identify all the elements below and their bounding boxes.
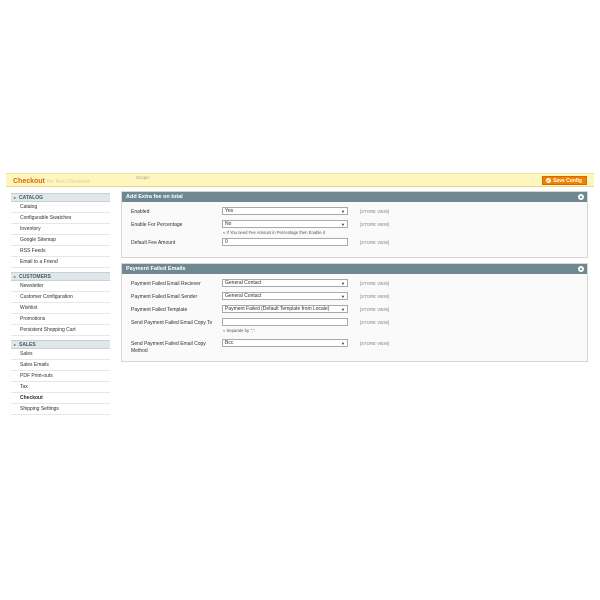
collapse-icon[interactable]: ▴	[578, 194, 584, 200]
sidebar-group-catalog: ▸ CATALOG Catalog Configurable Swatches I…	[11, 193, 110, 268]
sidebar-item-google-sitemap[interactable]: Google Sitemap	[11, 235, 110, 246]
sidebar-group-label: SALES	[19, 341, 36, 348]
sidebar-group-label: CUSTOMERS	[19, 273, 51, 280]
form-row: Payment Failed Email Reciever General Co…	[122, 279, 587, 292]
select-value: General Contact	[225, 293, 262, 299]
sidebar-item-customer-configuration[interactable]: Customer Configuration	[11, 292, 110, 303]
select-value: No	[225, 221, 232, 227]
chevron-down-icon: ▼	[341, 209, 345, 214]
section-extra-fee: Add Extra fee on total ▴ Enabled Yes ▼ [S…	[121, 191, 588, 258]
save-icon: ✔	[546, 178, 552, 183]
default-fee-input[interactable]: 0	[222, 238, 348, 246]
form-row: Enabled Yes ▼ [STORE VIEW]	[122, 207, 587, 220]
section-payment-failed: Payment Failed Emails ▴ Payment Failed E…	[121, 263, 588, 362]
enabled-select[interactable]: Yes ▼	[222, 207, 348, 215]
page-title-sub: for Test Checkout	[46, 179, 90, 185]
save-config-button[interactable]: ✔ Save Config	[542, 176, 587, 185]
field-label: Enabled	[131, 209, 150, 215]
sidebar-item-shipping-settings[interactable]: Shipping Settings	[11, 404, 110, 415]
sidebar-group-sales: ▸ SALES Sales Sales Emails PDF Print-outs…	[11, 340, 110, 415]
scope-label: [STORE VIEW]	[360, 209, 390, 214]
chevron-down-icon: ▼	[341, 222, 345, 227]
page-title-text: Checkout	[13, 178, 45, 185]
sidebar-item-configurable-swatches[interactable]: Configurable Swatches	[11, 213, 110, 224]
sidebar-group-customers: ▸ CUSTOMERS Newsletter Customer Configura…	[11, 272, 110, 336]
page-title: Checkout for Test Checkout	[13, 178, 90, 185]
select-value: Bcc	[225, 340, 234, 346]
sidebar: ▸ CATALOG Catalog Configurable Swatches I…	[11, 193, 110, 419]
collapse-arrow-icon: ▸	[14, 274, 17, 279]
scope-label: [STORE VIEW]	[360, 294, 390, 299]
form-row: Payment Failed Email Sender General Cont…	[122, 292, 587, 305]
field-label: Enable For Percentage	[131, 222, 183, 228]
field-label: Send Payment Failed Email Copy To	[131, 320, 213, 326]
chevron-down-icon: ▼	[341, 307, 345, 312]
email-sender-select[interactable]: General Contact ▼	[222, 292, 348, 300]
sidebar-item-newsletter[interactable]: Newsletter	[11, 281, 110, 292]
scope-label: [STORE VIEW]	[360, 307, 390, 312]
save-config-label: Save Config	[553, 177, 582, 184]
form-row: Send Payment Failed Email Copy Method Bc…	[122, 339, 587, 355]
main-content: Add Extra fee on total ▴ Enabled Yes ▼ [S…	[121, 191, 588, 367]
scope-label: [STORE VIEW]	[360, 240, 390, 245]
field-note: ≈ Separate by ",".	[223, 328, 256, 333]
sidebar-item-checkout[interactable]: Checkout	[11, 393, 110, 404]
sidebar-item-persistent-cart[interactable]: Persistent Shopping Cart	[11, 325, 110, 336]
scope-label: [STORE VIEW]	[360, 281, 390, 286]
form-row: Enable For Percentage No ▼ ≈ If You need …	[122, 220, 587, 235]
email-receiver-select[interactable]: General Contact ▼	[222, 279, 348, 287]
sidebar-item-wishlist[interactable]: Wishlist	[11, 303, 110, 314]
sidebar-item-inventory[interactable]: Inventory	[11, 224, 110, 235]
scope-label: [STORE VIEW]	[360, 341, 390, 346]
collapse-arrow-icon: ▸	[14, 195, 17, 200]
collapse-arrow-icon: ▸	[14, 342, 17, 347]
sidebar-item-sales[interactable]: Sales	[11, 349, 110, 360]
select-value: Yes	[225, 208, 234, 214]
field-label: Payment Failed Email Sender	[131, 294, 198, 300]
field-label: Send Payment Failed Email Copy Method	[131, 341, 206, 354]
enable-percentage-select[interactable]: No ▼	[222, 220, 348, 228]
section-header[interactable]: Add Extra fee on total ▴	[122, 192, 587, 202]
sidebar-item-promotions[interactable]: Promotions	[11, 314, 110, 325]
field-label: Payment Failed Template	[131, 307, 188, 313]
sidebar-item-catalog[interactable]: Catalog	[11, 202, 110, 213]
form-row: Default Fee Amount 0 [STORE VIEW]	[122, 238, 587, 251]
scope-label: [STORE VIEW]	[360, 222, 390, 227]
sidebar-group-header[interactable]: ▸ CATALOG	[11, 193, 110, 202]
email-copy-method-select[interactable]: Bcc ▼	[222, 339, 348, 347]
sidebar-item-pdf-printouts[interactable]: PDF Print-outs	[11, 371, 110, 382]
field-note: ≈ If You need Fee Amount in Percentage t…	[223, 230, 325, 235]
email-copy-to-input[interactable]	[222, 318, 348, 326]
page-header: Scope: Checkout for Test Checkout ✔ Save …	[6, 173, 594, 187]
sidebar-item-rss-feeds[interactable]: RSS Feeds	[11, 246, 110, 257]
field-label: Default Fee Amount	[131, 240, 176, 246]
form-row: Send Payment Failed Email Copy To ≈ Sepa…	[122, 318, 587, 339]
section-title: Payment Failed Emails	[126, 266, 186, 272]
select-value: Payment Failed (Default Template from Lo…	[225, 306, 330, 312]
section-title: Add Extra fee on total	[126, 194, 183, 200]
chevron-down-icon: ▼	[341, 281, 345, 286]
field-label: Payment Failed Email Reciever	[131, 281, 201, 287]
form-row: Payment Failed Template Payment Failed (…	[122, 305, 587, 318]
sidebar-group-header[interactable]: ▸ SALES	[11, 340, 110, 349]
scope-label: [STORE VIEW]	[360, 320, 390, 325]
email-template-select[interactable]: Payment Failed (Default Template from Lo…	[222, 305, 348, 313]
sidebar-item-tax[interactable]: Tax	[11, 382, 110, 393]
chevron-down-icon: ▼	[341, 294, 345, 299]
sidebar-group-label: CATALOG	[19, 194, 43, 201]
collapse-icon[interactable]: ▴	[578, 266, 584, 272]
sidebar-group-header[interactable]: ▸ CUSTOMERS	[11, 272, 110, 281]
scope-hint: Scope:	[136, 175, 151, 180]
select-value: General Contact	[225, 280, 262, 286]
section-header[interactable]: Payment Failed Emails ▴	[122, 264, 587, 274]
sidebar-item-sales-emails[interactable]: Sales Emails	[11, 360, 110, 371]
chevron-down-icon: ▼	[341, 341, 345, 346]
sidebar-item-email-to-friend[interactable]: Email to a Friend	[11, 257, 110, 268]
